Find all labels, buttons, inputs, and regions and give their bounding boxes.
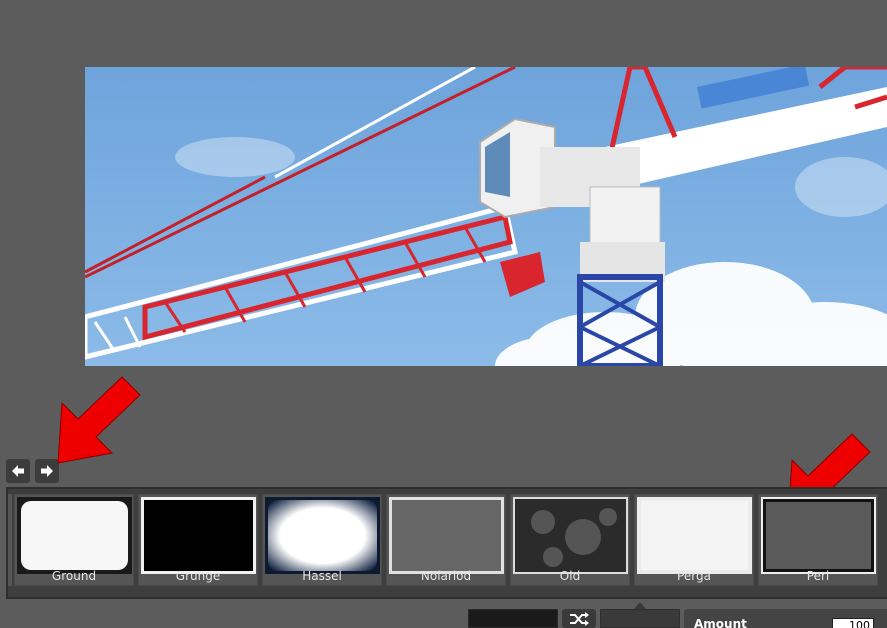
frame-label: Nolariod <box>420 569 472 583</box>
option-box[interactable] <box>600 609 680 628</box>
frame-preview <box>761 497 876 574</box>
selection-caret <box>634 602 646 609</box>
frame-thumb-nolariod[interactable]: Nolariod <box>386 494 506 586</box>
frame-thumb-perga[interactable]: Perga <box>634 494 754 586</box>
amount-panel: Amount 100 <box>684 609 887 628</box>
frame-preview <box>141 497 256 574</box>
frame-preview <box>265 497 380 574</box>
annotation-arrow-icon <box>57 376 141 464</box>
frame-thumb-old[interactable]: Old <box>510 494 630 586</box>
color-swatch[interactable] <box>468 609 558 628</box>
frame-preview <box>17 497 132 574</box>
frame-label: Hassel <box>302 569 342 583</box>
frame-preview <box>637 497 752 574</box>
amount-label: Amount <box>694 617 747 628</box>
amount-input[interactable]: 100 <box>832 618 874 628</box>
frame-label: Old <box>559 569 581 583</box>
frame-label: Peri <box>806 569 830 583</box>
frame-preview <box>389 497 504 574</box>
photo-preview <box>85 67 887 366</box>
frame-label: Grunge <box>175 569 221 583</box>
frame-label: Perga <box>677 569 711 583</box>
frame-preview <box>513 497 628 574</box>
frame-thumb-ground[interactable]: Ground <box>14 494 134 586</box>
shuffle-button[interactable] <box>562 609 596 628</box>
frame-list: Ground Grunge Hassel Nolariod Old Perga … <box>14 494 887 586</box>
previous-button[interactable] <box>6 459 30 483</box>
shuffle-icon <box>570 611 589 626</box>
frame-thumb-hassel[interactable]: Hassel <box>262 494 382 586</box>
frame-strip: Ground Grunge Hassel Nolariod Old Perga … <box>6 487 887 599</box>
arrow-left-icon <box>12 465 24 477</box>
strip-edge <box>8 494 12 586</box>
frame-thumb-grunge[interactable]: Grunge <box>138 494 258 586</box>
frame-thumb-peri[interactable]: Peri <box>758 494 878 586</box>
frame-label: Ground <box>51 569 97 583</box>
